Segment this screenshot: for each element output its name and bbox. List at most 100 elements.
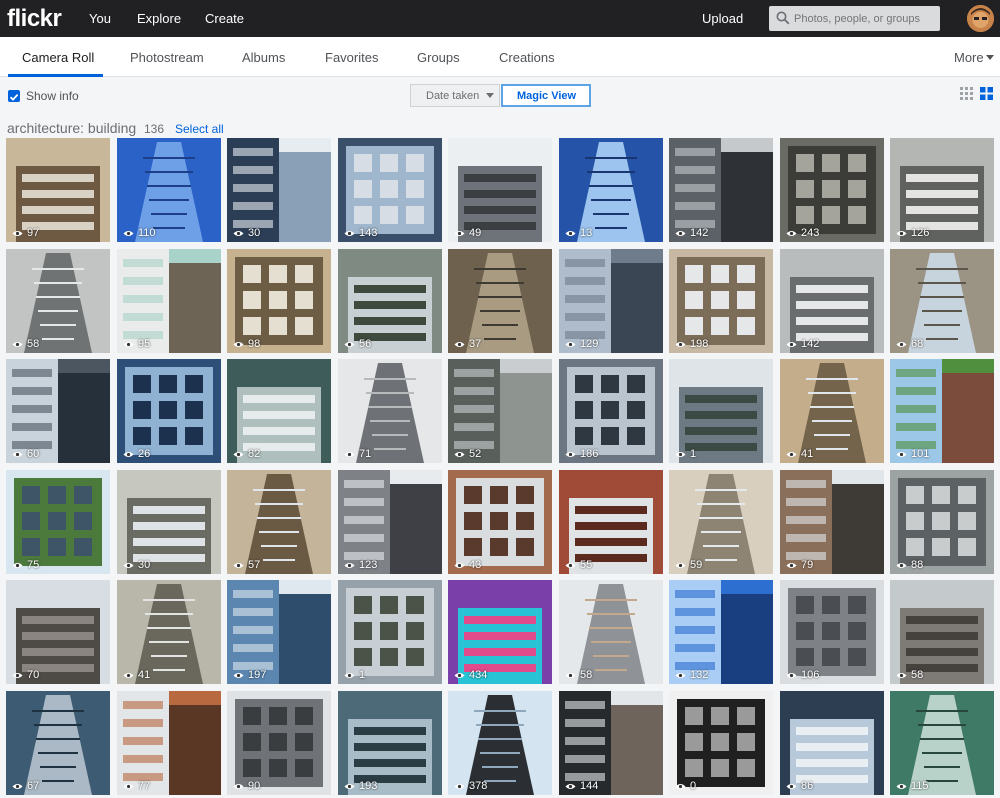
photo-tile[interactable]: 193 xyxy=(338,691,442,795)
chevron-down-icon xyxy=(986,55,994,60)
view-count-number: 186 xyxy=(580,448,599,460)
view-count-number: 1 xyxy=(359,669,366,681)
view-count-number: 70 xyxy=(27,669,40,681)
photo-tile[interactable]: 77 xyxy=(117,691,221,795)
photo-tile[interactable]: 95 xyxy=(117,249,221,353)
eye-icon xyxy=(454,783,465,789)
photo-tile[interactable]: 58 xyxy=(6,249,110,353)
photo-tile[interactable]: 142 xyxy=(669,138,773,242)
photo-tile[interactable]: 59 xyxy=(669,470,773,574)
tab-favorites[interactable]: Favorites xyxy=(325,50,378,65)
more-menu[interactable]: More xyxy=(954,50,984,65)
avatar[interactable] xyxy=(967,5,994,32)
photo-tile[interactable]: 60 xyxy=(6,359,110,463)
photo-tile[interactable]: 97 xyxy=(6,138,110,242)
photo-tile[interactable]: 41 xyxy=(780,359,884,463)
photo-tile[interactable]: 79 xyxy=(780,470,884,574)
large-grid-view-icon[interactable] xyxy=(980,87,993,100)
select-all-link[interactable]: Select all xyxy=(175,122,224,136)
photo-tile[interactable]: 106 xyxy=(780,580,884,684)
view-count-number: 58 xyxy=(580,669,593,681)
photo-tile[interactable]: 82 xyxy=(227,359,331,463)
photo-tile[interactable]: 13 xyxy=(559,138,663,242)
tab-albums[interactable]: Albums xyxy=(242,50,285,65)
view-count: 1 xyxy=(344,669,365,681)
view-count: 49 xyxy=(454,227,481,239)
photo-tile[interactable]: 88 xyxy=(890,470,994,574)
view-count-number: 193 xyxy=(359,780,378,792)
view-count-number: 0 xyxy=(690,780,697,792)
nav-create[interactable]: Create xyxy=(205,11,244,26)
photo-tile[interactable]: 30 xyxy=(227,138,331,242)
top-bar: flickr You Explore Create Upload xyxy=(0,0,1000,37)
photo-tile[interactable]: 143 xyxy=(338,138,442,242)
show-info-label[interactable]: Show info xyxy=(26,89,79,103)
photo-tile[interactable]: 198 xyxy=(669,249,773,353)
photo-tile[interactable]: 115 xyxy=(890,691,994,795)
tab-groups[interactable]: Groups xyxy=(417,50,460,65)
photo-tile[interactable]: 41 xyxy=(117,580,221,684)
photo-tile[interactable]: 26 xyxy=(117,359,221,463)
photo-tile[interactable]: 90 xyxy=(227,691,331,795)
photo-tile[interactable]: 49 xyxy=(448,138,552,242)
view-count-number: 49 xyxy=(469,227,482,239)
search-box[interactable] xyxy=(769,6,940,31)
photo-tile[interactable]: 378 xyxy=(448,691,552,795)
photo-tile[interactable]: 68 xyxy=(890,249,994,353)
photo-tile[interactable]: 52 xyxy=(448,359,552,463)
photo-tile[interactable]: 197 xyxy=(227,580,331,684)
photo-tile[interactable]: 126 xyxy=(890,138,994,242)
eye-icon xyxy=(123,341,134,347)
eye-icon xyxy=(786,341,797,347)
photo-tile[interactable]: 30 xyxy=(117,470,221,574)
show-info-checkbox[interactable] xyxy=(8,90,20,102)
photo-tile[interactable]: 71 xyxy=(338,359,442,463)
sort-dropdown[interactable]: Date taken xyxy=(410,84,500,107)
photo-tile[interactable]: 144 xyxy=(559,691,663,795)
view-count: 70 xyxy=(12,669,39,681)
photo-tile[interactable]: 0 xyxy=(669,691,773,795)
photo-tile[interactable]: 1 xyxy=(338,580,442,684)
eye-icon xyxy=(233,562,244,568)
photo-tile[interactable]: 434 xyxy=(448,580,552,684)
view-count: 129 xyxy=(565,338,598,350)
view-count: 193 xyxy=(344,780,377,792)
eye-icon xyxy=(12,562,23,568)
photo-tile[interactable]: 70 xyxy=(6,580,110,684)
photo-tile[interactable]: 142 xyxy=(780,249,884,353)
view-count: 67 xyxy=(12,780,39,792)
photo-tile[interactable]: 132 xyxy=(669,580,773,684)
photo-tile[interactable]: 67 xyxy=(6,691,110,795)
photo-tile[interactable]: 43 xyxy=(448,470,552,574)
eye-icon xyxy=(123,451,134,457)
tab-creations[interactable]: Creations xyxy=(499,50,555,65)
photo-tile[interactable]: 129 xyxy=(559,249,663,353)
eye-icon xyxy=(454,672,465,678)
nav-explore[interactable]: Explore xyxy=(137,11,181,26)
small-grid-view-icon[interactable] xyxy=(960,87,973,100)
photo-tile[interactable]: 58 xyxy=(559,580,663,684)
eye-icon xyxy=(675,341,686,347)
tab-photostream[interactable]: Photostream xyxy=(130,50,204,65)
photo-tile[interactable]: 123 xyxy=(338,470,442,574)
magic-view-button[interactable]: Magic View xyxy=(501,84,591,107)
photo-tile[interactable]: 86 xyxy=(780,691,884,795)
photo-tile[interactable]: 243 xyxy=(780,138,884,242)
nav-you[interactable]: You xyxy=(89,11,111,26)
photo-tile[interactable]: 98 xyxy=(227,249,331,353)
flickr-logo[interactable]: flickr xyxy=(7,5,62,33)
photo-tile[interactable]: 55 xyxy=(559,470,663,574)
photo-tile[interactable]: 58 xyxy=(890,580,994,684)
photo-tile[interactable]: 186 xyxy=(559,359,663,463)
photo-tile[interactable]: 37 xyxy=(448,249,552,353)
upload-link[interactable]: Upload xyxy=(702,11,743,26)
checkmark-icon xyxy=(9,93,19,101)
photo-tile[interactable]: 56 xyxy=(338,249,442,353)
photo-tile[interactable]: 110 xyxy=(117,138,221,242)
search-input[interactable] xyxy=(794,9,936,28)
photo-tile[interactable]: 75 xyxy=(6,470,110,574)
photo-tile[interactable]: 101 xyxy=(890,359,994,463)
tab-camera-roll[interactable]: Camera Roll xyxy=(22,50,94,65)
photo-tile[interactable]: 1 xyxy=(669,359,773,463)
photo-tile[interactable]: 57 xyxy=(227,470,331,574)
